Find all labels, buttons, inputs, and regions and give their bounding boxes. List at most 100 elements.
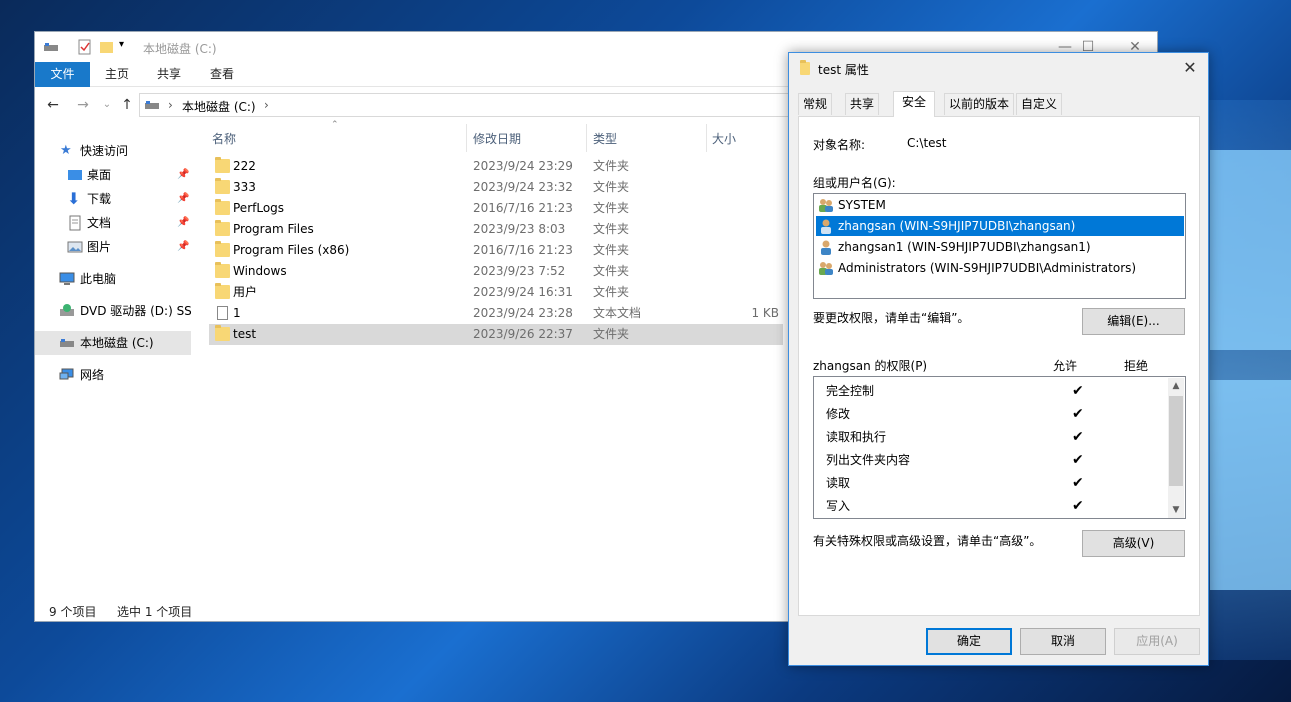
- permission-name: 完全控制: [826, 384, 875, 398]
- file-name: Windows: [233, 264, 287, 278]
- folder-icon: [215, 220, 230, 236]
- file-row[interactable]: 333 2023/9/24 23:32 文件夹: [209, 177, 783, 198]
- column-separator[interactable]: [706, 124, 707, 152]
- folder-icon: [215, 157, 230, 173]
- sidebar-item-label: 桌面: [87, 168, 112, 182]
- sidebar-item-label: 快速访问: [80, 144, 129, 158]
- file-name: 1: [233, 306, 241, 320]
- user-row[interactable]: SYSTEM: [816, 195, 1184, 215]
- new-folder-quick-icon[interactable]: [99, 39, 115, 55]
- tab-view[interactable]: 查看: [210, 62, 234, 87]
- file-type: 文件夹: [593, 222, 630, 236]
- selected-count: 选中 1 个项目: [117, 605, 193, 619]
- address-chevron-icon[interactable]: ›: [264, 98, 269, 112]
- properties-dialog: test 属性 ✕ 常规 共享 安全 以前的版本 自定义 对象名称: C:\te…: [788, 52, 1209, 666]
- cancel-button[interactable]: 取消: [1020, 628, 1106, 655]
- user-name: zhangsan1 (WIN-S9HJIP7UDBI\zhangsan1): [838, 240, 1091, 254]
- advanced-button[interactable]: 高级(V): [1082, 530, 1185, 557]
- user-row[interactable]: zhangsan1 (WIN-S9HJIP7UDBI\zhangsan1): [816, 237, 1184, 257]
- allow-check-icon: ✔: [1072, 383, 1084, 399]
- permission-name: 读取: [826, 476, 851, 490]
- scroll-down-icon[interactable]: ▼: [1168, 502, 1184, 518]
- security-panel: 对象名称: C:\test 组或用户名(G): SYSTEM zhangsan (…: [798, 116, 1200, 616]
- sidebar-item-pictures[interactable]: 图片 📌: [35, 235, 191, 259]
- column-header-size[interactable]: 大小: [712, 128, 736, 150]
- drive-icon: [145, 101, 159, 109]
- file-row[interactable]: Windows 2023/9/23 7:52 文件夹: [209, 261, 783, 282]
- address-bar[interactable]: › 本地磁盘 (C:) ›: [139, 93, 799, 117]
- column-separator[interactable]: [466, 124, 467, 152]
- back-arrow-icon[interactable]: ←: [45, 97, 61, 113]
- quick-access-dropdown-icon[interactable]: ▾: [119, 39, 135, 55]
- ok-button[interactable]: 确定: [926, 628, 1012, 655]
- scrollbar-thumb[interactable]: [1169, 396, 1183, 486]
- apply-button[interactable]: 应用(A): [1114, 628, 1200, 655]
- pin-icon[interactable]: 📌: [177, 187, 189, 211]
- file-row[interactable]: test 2023/9/26 22:37 文件夹: [209, 324, 783, 345]
- column-header-type[interactable]: 类型: [593, 128, 617, 150]
- sidebar-item-downloads[interactable]: ⬇ 下载 📌: [35, 187, 191, 211]
- address-path[interactable]: 本地磁盘 (C:): [182, 98, 256, 115]
- scroll-up-icon[interactable]: ▲: [1168, 378, 1184, 394]
- tab-general[interactable]: 常规: [798, 93, 833, 115]
- tab-customize[interactable]: 自定义: [1016, 93, 1063, 115]
- sidebar-item-local-disk-c[interactable]: 本地磁盘 (C:): [35, 331, 191, 355]
- dialog-close-button[interactable]: ✕: [1178, 57, 1202, 79]
- properties-quick-icon[interactable]: [77, 39, 93, 55]
- file-row[interactable]: Program Files 2023/9/23 8:03 文件夹: [209, 219, 783, 240]
- forward-arrow-icon[interactable]: →: [75, 97, 91, 113]
- pin-icon[interactable]: 📌: [177, 163, 189, 187]
- user-group-icon: [819, 262, 833, 275]
- column-header-date[interactable]: 修改日期: [473, 128, 521, 150]
- sidebar-item-this-pc[interactable]: 此电脑: [35, 267, 191, 291]
- column-separator[interactable]: [586, 124, 587, 152]
- sidebar-item-dvd-drive[interactable]: DVD 驱动器 (D:) SSS: [35, 299, 191, 323]
- file-type: 文件夹: [593, 180, 630, 194]
- folder-icon: [215, 325, 230, 341]
- tab-share[interactable]: 共享: [157, 62, 181, 87]
- file-row[interactable]: PerfLogs 2016/7/16 21:23 文件夹: [209, 198, 783, 219]
- pin-icon[interactable]: 📌: [177, 235, 189, 259]
- sidebar-item-label: 本地磁盘 (C:): [80, 336, 154, 350]
- dialog-title: test 属性: [818, 63, 869, 77]
- sidebar-item-desktop[interactable]: 桌面 📌: [35, 163, 191, 187]
- file-row[interactable]: 222 2023/9/24 23:29 文件夹: [209, 156, 783, 177]
- up-arrow-icon[interactable]: ↑: [119, 97, 135, 113]
- sidebar-item-quick-access[interactable]: ★ 快速访问: [35, 139, 191, 163]
- sidebar-item-network[interactable]: 网络: [35, 363, 191, 387]
- file-row[interactable]: 1 2023/9/24 23:28 文本文档 1 KB: [209, 303, 783, 324]
- file-name: 222: [233, 159, 256, 173]
- pin-icon[interactable]: 📌: [177, 211, 189, 235]
- file-type: 文件夹: [593, 159, 630, 173]
- tab-previous-versions[interactable]: 以前的版本: [944, 93, 1015, 115]
- edit-button[interactable]: 编辑(E)...: [1082, 308, 1185, 335]
- permission-row: 完全控制 ✔: [826, 380, 1084, 403]
- pictures-icon: [67, 241, 83, 253]
- user-row[interactable]: Administrators (WIN-S9HJIP7UDBI\Administ…: [816, 258, 1184, 278]
- tab-security[interactable]: 安全: [893, 91, 936, 117]
- allow-check-icon: ✔: [1072, 429, 1084, 445]
- permissions-scrollbar[interactable]: ▲ ▼: [1168, 378, 1184, 518]
- tab-file[interactable]: 文件: [35, 62, 90, 87]
- file-row[interactable]: Program Files (x86) 2016/7/16 21:23 文件夹: [209, 240, 783, 261]
- permission-row: 读取 ✔: [826, 472, 1084, 495]
- user-list[interactable]: SYSTEM zhangsan (WIN-S9HJIP7UDBI\zhangsan…: [813, 193, 1186, 299]
- sidebar-item-documents[interactable]: 文档 📌: [35, 211, 191, 235]
- file-date: 2016/7/16 21:23: [473, 201, 573, 215]
- tab-home[interactable]: 主页: [105, 62, 129, 87]
- file-row[interactable]: 用户 2023/9/24 16:31 文件夹: [209, 282, 783, 303]
- file-type: 文件夹: [593, 285, 630, 299]
- column-header-name[interactable]: 名称: [212, 128, 236, 150]
- user-name: SYSTEM: [838, 198, 886, 212]
- navigation-pane: ★ 快速访问 桌面 📌 ⬇ 下载 📌 文档 📌 图片 📌 此电脑 DVD 驱动器…: [35, 124, 193, 594]
- permissions-list[interactable]: 完全控制 ✔ 修改 ✔ 读取和执行 ✔ 列出文件夹内容 ✔ 读取 ✔ 写入 ✔ ▲ ▼: [813, 376, 1186, 519]
- file-name: 用户: [233, 285, 258, 299]
- edit-hint: 要更改权限，请单击“编辑”。: [813, 311, 970, 325]
- recent-locations-icon[interactable]: ⌄: [99, 97, 115, 113]
- folder-icon: [800, 60, 810, 75]
- user-row[interactable]: zhangsan (WIN-S9HJIP7UDBI\zhangsan): [816, 216, 1184, 236]
- address-separator-icon: ›: [168, 98, 173, 112]
- dvd-drive-icon: [60, 304, 74, 316]
- file-date: 2023/9/23 8:03: [473, 222, 566, 236]
- tab-sharing[interactable]: 共享: [845, 93, 880, 115]
